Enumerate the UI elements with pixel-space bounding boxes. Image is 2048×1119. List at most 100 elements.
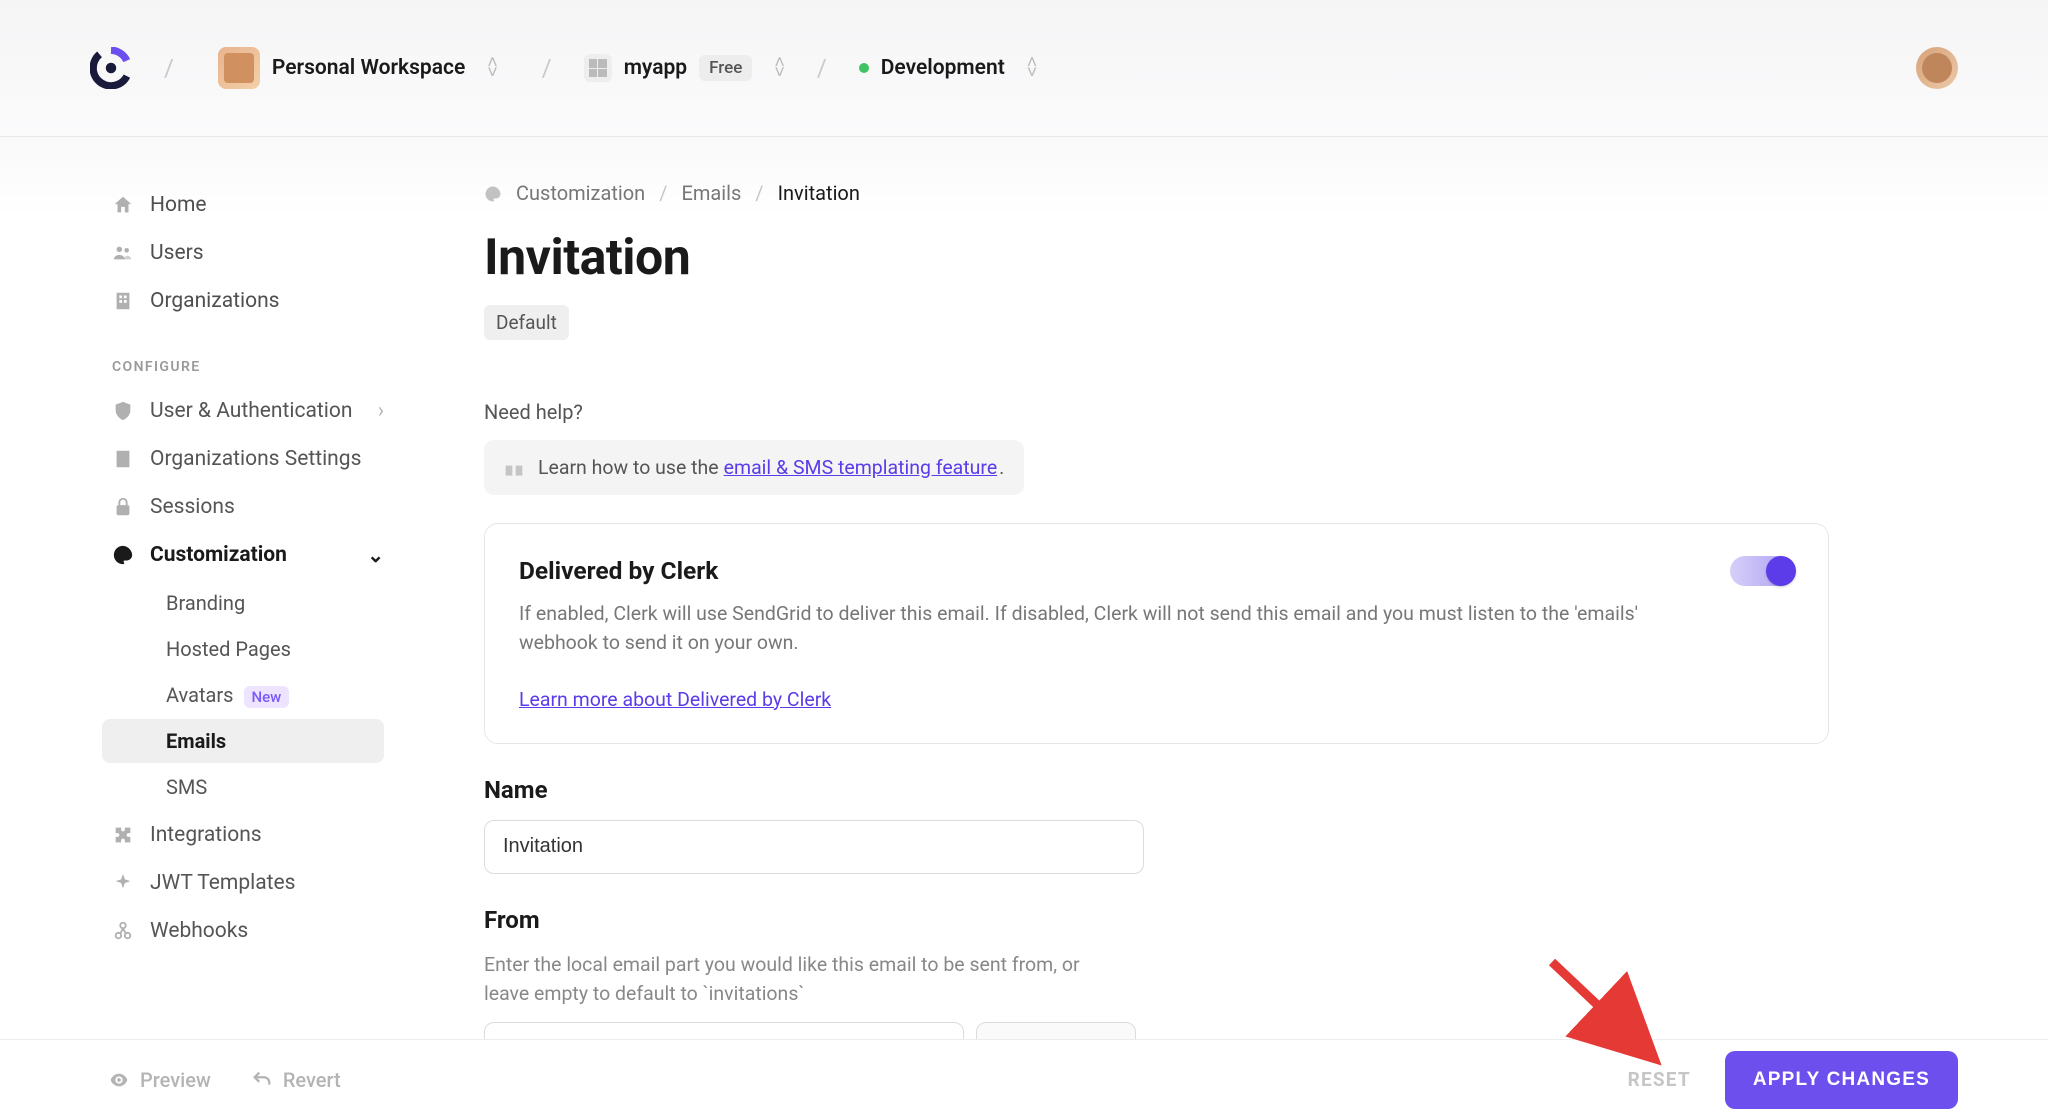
sidebar-item-customization[interactable]: Customization ⌄ [112, 531, 384, 579]
sidebar: Home Users Organizations CONFIGURE User … [0, 137, 420, 1039]
undo-icon [251, 1069, 273, 1091]
sidebar-item-label: Organizations Settings [150, 447, 361, 471]
breadcrumb-sep-icon: / [755, 181, 763, 205]
palette-icon [484, 184, 502, 202]
home-icon [112, 194, 134, 216]
sidebar-submenu-customization: Branding Hosted Pages AvatarsNew Emails … [112, 581, 384, 809]
from-input[interactable] [484, 1022, 964, 1039]
reset-button[interactable]: RESET [1628, 1068, 1691, 1091]
breadcrumb-emails[interactable]: Emails [681, 181, 741, 205]
building-icon [112, 448, 134, 470]
sidebar-section-configure: CONFIGURE [112, 325, 384, 387]
name-label: Name [484, 776, 1829, 804]
sidebar-item-label: Organizations [150, 289, 280, 313]
sidebar-item-organizations[interactable]: Organizations [112, 277, 384, 325]
apply-changes-button[interactable]: APPLY CHANGES [1725, 1051, 1958, 1109]
sidebar-item-integrations[interactable]: Integrations [112, 811, 384, 859]
main-content: Customization / Emails / Invitation Invi… [420, 137, 2048, 1039]
eye-icon [108, 1069, 130, 1091]
environment-switcher[interactable]: Development ˄˅ [859, 56, 1038, 80]
subitem-label: Branding [166, 591, 245, 615]
sidebar-item-label: JWT Templates [150, 871, 296, 895]
sidebar-item-org-settings[interactable]: Organizations Settings [112, 435, 384, 483]
sidebar-item-label: Integrations [150, 823, 262, 847]
preview-button[interactable]: Preview [108, 1068, 211, 1092]
delivered-toggle[interactable] [1730, 556, 1794, 586]
help-callout: Learn how to use the email & SMS templat… [484, 440, 1024, 495]
chevron-right-icon: › [378, 399, 384, 423]
sidebar-subitem-emails[interactable]: Emails [102, 719, 384, 763]
topbar: / Personal Workspace ˄˅ / myapp Free ˄˅ … [0, 0, 2048, 137]
sidebar-subitem-hosted-pages[interactable]: Hosted Pages [152, 627, 384, 671]
shield-icon [112, 400, 134, 422]
chevron-updown-icon: ˄˅ [1027, 58, 1038, 78]
user-avatar-menu[interactable] [1916, 47, 1958, 89]
environment-name: Development [881, 56, 1005, 80]
breadcrumb-sep-icon: / [659, 181, 667, 205]
sidebar-item-label: Home [150, 193, 207, 217]
webhook-icon [112, 920, 134, 942]
sidebar-item-label: User & Authentication [150, 399, 352, 423]
workspace-switcher[interactable]: Personal Workspace ˄˅ [206, 41, 510, 95]
breadcrumb-invitation: Invitation [778, 181, 860, 205]
status-dot-icon [859, 63, 869, 73]
sidebar-item-home[interactable]: Home [112, 181, 384, 229]
building-icon [112, 290, 134, 312]
chevron-updown-icon: ˄˅ [774, 58, 785, 78]
panel-title: Delivered by Clerk [519, 556, 1679, 585]
name-input[interactable] [484, 820, 1144, 874]
puzzle-icon [112, 824, 134, 846]
sidebar-item-users[interactable]: Users [112, 229, 384, 277]
sidebar-item-label: Webhooks [150, 919, 248, 943]
app-grid-icon [584, 54, 612, 82]
revert-button[interactable]: Revert [251, 1068, 341, 1092]
workspace-avatar [218, 47, 260, 89]
help-text-suffix: . [999, 456, 1004, 479]
sidebar-item-label: Sessions [150, 495, 235, 519]
bottom-bar: Preview Revert RESET APPLY CHANGES [0, 1039, 2048, 1119]
app-name: myapp [624, 56, 687, 80]
breadcrumb-customization[interactable]: Customization [516, 181, 645, 205]
sparkle-icon [112, 872, 134, 894]
from-domain-box [976, 1022, 1136, 1039]
sidebar-item-label: Users [150, 241, 204, 265]
help-link[interactable]: email & SMS templating feature [724, 456, 998, 479]
breadcrumb-sep-icon: / [150, 54, 188, 82]
chevron-updown-icon: ˄˅ [487, 58, 498, 78]
revert-label: Revert [283, 1068, 341, 1092]
sidebar-item-webhooks[interactable]: Webhooks [112, 907, 384, 955]
default-tag: Default [484, 305, 569, 340]
breadcrumb-sep-icon: / [528, 54, 566, 82]
sidebar-item-label: Customization [150, 543, 287, 567]
breadcrumbs: Customization / Emails / Invitation [484, 181, 1829, 205]
sidebar-item-user-auth[interactable]: User & Authentication › [112, 387, 384, 435]
page-title: Invitation [484, 229, 1829, 287]
users-icon [112, 242, 134, 264]
chevron-down-icon: ⌄ [367, 543, 384, 567]
preview-label: Preview [140, 1068, 211, 1092]
sidebar-subitem-branding[interactable]: Branding [152, 581, 384, 625]
from-helper-text: Enter the local email part you would lik… [484, 950, 1124, 1009]
lock-icon [112, 496, 134, 518]
sidebar-subitem-avatars[interactable]: Avatars New [152, 673, 384, 717]
toggle-knob [1766, 556, 1796, 586]
subitem-label: Avatars [166, 683, 234, 707]
plan-pill: Free [699, 55, 752, 81]
app-switcher[interactable]: myapp Free ˄˅ [584, 54, 785, 82]
need-help-label: Need help? [484, 400, 1829, 424]
delivered-by-clerk-panel: Delivered by Clerk If enabled, Clerk wil… [484, 523, 1829, 744]
subitem-label: Emails [166, 729, 226, 753]
sidebar-item-sessions[interactable]: Sessions [112, 483, 384, 531]
subitem-label: SMS [166, 775, 207, 799]
help-text-prefix: Learn how to use the [538, 456, 719, 479]
learn-more-link[interactable]: Learn more about Delivered by Clerk [519, 688, 831, 711]
sidebar-item-jwt-templates[interactable]: JWT Templates [112, 859, 384, 907]
panel-description: If enabled, Clerk will use SendGrid to d… [519, 599, 1679, 658]
palette-icon [112, 544, 134, 566]
workspace-label: Personal Workspace [272, 56, 465, 80]
book-icon [504, 460, 524, 476]
new-badge: New [244, 686, 290, 708]
breadcrumb-sep-icon: / [803, 54, 841, 82]
sidebar-subitem-sms[interactable]: SMS [152, 765, 384, 809]
from-label: From [484, 906, 1829, 934]
